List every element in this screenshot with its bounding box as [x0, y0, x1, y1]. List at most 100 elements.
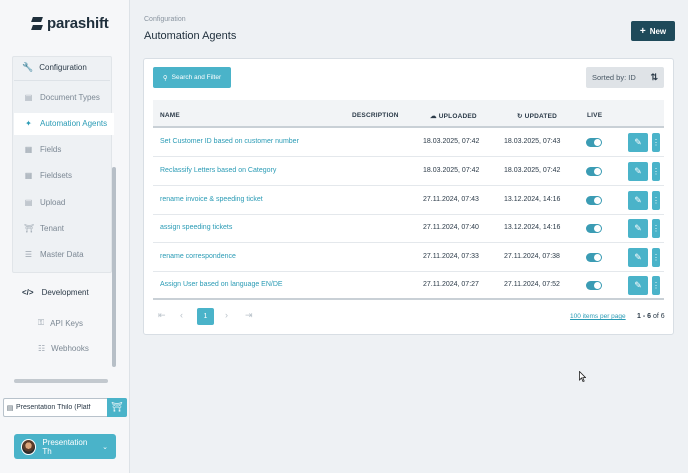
live-toggle[interactable] [586, 281, 602, 290]
sidebar-item-tenant[interactable]: ⛩ Tenant [24, 224, 64, 233]
sidebar-item-automation-agents[interactable]: ✦ Automation Agents [24, 119, 107, 128]
divider [14, 80, 110, 81]
sidebar-item-fieldsets[interactable]: ▦ Fieldsets [24, 171, 72, 180]
uploaded-date: 27.11.2024, 07:43 [423, 196, 479, 203]
kebab-icon: ⋮ [652, 281, 660, 290]
mouse-cursor-icon [579, 371, 586, 382]
live-toggle[interactable] [586, 138, 602, 147]
live-toggle[interactable] [586, 224, 602, 233]
pencil-icon: ✎ [634, 252, 642, 262]
pencil-icon: ✎ [634, 195, 642, 205]
sidebar-horizontal-scrollbar[interactable] [14, 379, 108, 383]
table-row: assign speeding tickets 27.11.2024, 07:4… [153, 214, 664, 243]
table-row: rename invoice & speeding ticket 27.11.2… [153, 186, 664, 215]
sidebar-item-master-data[interactable]: ☰ Master Data [24, 250, 84, 259]
sidebar: parashift 🔧 Configuration ▤ Document Typ… [0, 0, 130, 473]
more-options-button[interactable]: ⋮ [652, 133, 660, 152]
agent-name-link[interactable]: rename invoice & speeding ticket [160, 196, 263, 203]
agent-name-link[interactable]: assign speeding tickets [160, 224, 232, 231]
more-options-button[interactable]: ⋮ [652, 219, 660, 238]
kebab-icon: ⋮ [652, 167, 660, 176]
column-header-description[interactable]: DESCRIPTION [352, 112, 399, 119]
updated-date: 27.11.2024, 07:52 [504, 281, 560, 288]
uploaded-date: 27.11.2024, 07:40 [423, 224, 479, 231]
first-page-icon[interactable]: ⇤ [158, 310, 166, 321]
bank-icon: ⛩ [24, 224, 35, 233]
search-and-filter-button[interactable]: ⚲ Search and Filter [153, 67, 231, 88]
page-title: Automation Agents [144, 30, 237, 42]
parashift-logo-icon [32, 17, 42, 30]
updated-date: 18.03.2025, 07:43 [504, 138, 561, 145]
more-options-button[interactable]: ⋮ [652, 276, 660, 295]
chevron-down-icon: ⌄ [102, 443, 108, 451]
edit-button[interactable]: ✎ [628, 219, 648, 238]
updated-date: 27.11.2024, 07:38 [504, 253, 560, 260]
next-page-icon[interactable]: › [225, 310, 228, 320]
column-header-updated[interactable]: ↻ UPDATED [517, 112, 557, 120]
updated-date: 13.12.2024, 14:16 [504, 196, 561, 203]
cloud-upload-icon: ☁ [430, 113, 437, 120]
sort-dropdown[interactable]: Sorted by: ID ⇅ [586, 67, 664, 88]
live-toggle[interactable] [586, 253, 602, 262]
column-header-live[interactable]: LIVE [587, 112, 602, 119]
wrench-icon: 🔧 [22, 62, 34, 72]
uploaded-date: 18.03.2025, 07:42 [423, 167, 480, 174]
development-header[interactable]: </> Development [22, 288, 89, 297]
key-icon: ⚿ [38, 318, 45, 327]
edit-button[interactable]: ✎ [628, 276, 648, 295]
agent-name-link[interactable]: rename correspondence [160, 253, 236, 260]
live-toggle[interactable] [586, 167, 602, 176]
network-icon: ☷ [38, 344, 46, 353]
sidebar-scrollbar[interactable] [112, 167, 116, 367]
configuration-nav-group [12, 56, 112, 273]
refresh-icon: ↻ [517, 113, 523, 120]
pencil-icon: ✎ [634, 223, 642, 233]
kebab-icon: ⋮ [652, 196, 660, 205]
last-page-icon[interactable]: ⇥ [245, 310, 253, 321]
brand-logo[interactable]: parashift [32, 15, 109, 32]
bank-icon[interactable]: ⛩ [107, 398, 127, 417]
current-page-button[interactable]: 1 [197, 308, 214, 325]
user-menu-button[interactable]: Presentation Th ⌄ [14, 434, 116, 459]
new-agent-button[interactable]: + New [631, 21, 675, 41]
more-options-button[interactable]: ⋮ [652, 162, 660, 181]
items-per-page-link[interactable]: 100 items per page [570, 313, 626, 320]
more-options-button[interactable]: ⋮ [652, 248, 660, 267]
table-row: Assign User based on language EN/DE 27.1… [153, 271, 664, 300]
sidebar-item-document-types[interactable]: ▤ Document Types [24, 93, 100, 102]
configuration-header[interactable]: 🔧 Configuration [22, 62, 87, 73]
agent-name-link[interactable]: Reclassify Letters based on Category [160, 167, 276, 174]
updated-date: 18.03.2025, 07:42 [504, 167, 561, 174]
live-toggle[interactable] [586, 196, 602, 205]
sidebar-item-webhooks[interactable]: ☷ Webhooks [38, 344, 89, 353]
avatar [21, 438, 37, 455]
previous-page-icon[interactable]: ‹ [180, 310, 183, 320]
kebab-icon: ⋮ [652, 224, 660, 233]
uploaded-date: 27.11.2024, 07:27 [423, 281, 479, 288]
updated-date: 13.12.2024, 14:16 [504, 224, 561, 231]
document-icon: ▤ [6, 404, 14, 412]
column-header-name[interactable]: NAME [160, 112, 180, 119]
agent-name-link[interactable]: Set Customer ID based on customer number [160, 138, 299, 145]
table-row: Set Customer ID based on customer number… [153, 128, 664, 157]
search-icon: ⚲ [162, 74, 168, 82]
code-icon: </> [22, 288, 34, 297]
edit-button[interactable]: ✎ [628, 133, 648, 152]
sidebar-item-api-keys[interactable]: ⚿ API Keys [38, 318, 83, 328]
brand-name: parashift [47, 15, 109, 32]
edit-button[interactable]: ✎ [628, 248, 648, 267]
uploaded-date: 18.03.2025, 07:42 [423, 138, 480, 145]
edit-button[interactable]: ✎ [628, 162, 648, 181]
sidebar-item-fields[interactable]: ▦ Fields [24, 145, 62, 154]
breadcrumb[interactable]: Configuration [144, 16, 186, 23]
more-options-button[interactable]: ⋮ [652, 191, 660, 210]
sidebar-item-upload[interactable]: ▤ Upload [24, 198, 66, 207]
pencil-icon: ✎ [634, 166, 642, 176]
tenant-selector[interactable]: ▤ Presentation Thilo (Platf ⛩ [3, 398, 127, 417]
upload-file-icon: ▤ [24, 198, 33, 207]
column-header-uploaded[interactable]: ☁ UPLOADED [430, 112, 477, 120]
table-row: rename correspondence 27.11.2024, 07:33 … [153, 243, 664, 272]
pagination-range: 1 - 6 of 6 [637, 313, 665, 320]
agent-name-link[interactable]: Assign User based on language EN/DE [160, 281, 283, 288]
edit-button[interactable]: ✎ [628, 191, 648, 210]
